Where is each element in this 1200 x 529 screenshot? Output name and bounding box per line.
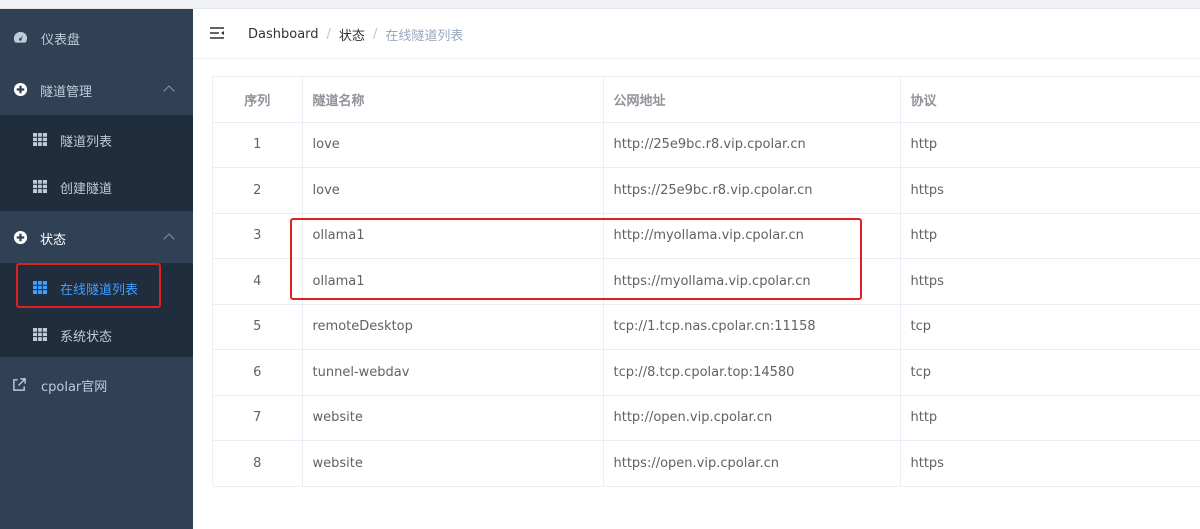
- cell-public-url: tcp://8.tcp.cpolar.top:14580: [603, 349, 901, 396]
- cell-public-url: http://myollama.vip.cpolar.cn: [603, 213, 901, 259]
- table-row: 5 remoteDesktop tcp://1.tcp.nas.cpolar.c…: [213, 304, 1200, 350]
- sidebar-item-label: 隧道列表: [60, 135, 113, 150]
- cell-index: 6: [213, 349, 303, 396]
- dashboard-icon: [12, 29, 28, 45]
- hamburger-icon[interactable]: [209, 25, 225, 41]
- cell-name: ollama1: [302, 258, 604, 305]
- sidebar-item-label: 创建隧道: [60, 182, 113, 197]
- breadcrumb-separator: /: [326, 27, 331, 42]
- table-icon: [32, 279, 48, 295]
- table-row: 2 love https://25e9bc.r8.vip.cpolar.cn h…: [213, 167, 1200, 214]
- cell-name: remoteDesktop: [302, 304, 604, 350]
- table-row: 1 love http://25e9bc.r8.vip.cpolar.cn ht…: [213, 122, 1200, 168]
- cell-public-url: http://25e9bc.r8.vip.cpolar.cn: [603, 122, 901, 168]
- column-header-public-url: 公网地址: [603, 77, 901, 123]
- sidebar-item-label: 在线隧道列表: [60, 283, 139, 298]
- cell-name: tunnel-webdav: [302, 349, 604, 396]
- cell-index: 3: [213, 213, 303, 259]
- sidebar-item-tunnel-list[interactable]: 隧道列表: [0, 115, 193, 163]
- tunnel-manage-icon: [12, 81, 28, 97]
- external-link-icon: [11, 376, 27, 392]
- cell-index: 4: [213, 258, 303, 305]
- navbar: Dashboard / 状态 / 在线隧道列表: [193, 9, 1200, 59]
- chevron-up-icon[interactable]: [163, 85, 175, 97]
- sidebar-item-tunnel-manage[interactable]: 隧道管理: [0, 65, 193, 113]
- submenu-status: 在线隧道列表 系统状态: [0, 263, 193, 357]
- cell-index: 8: [213, 440, 303, 487]
- breadcrumb-dashboard[interactable]: Dashboard: [248, 27, 319, 42]
- cell-index: 2: [213, 167, 303, 214]
- breadcrumb-separator: /: [372, 27, 378, 42]
- cell-index: 1: [213, 122, 303, 168]
- sidebar-item-label: 状态: [40, 233, 67, 248]
- cell-public-url: http://open.vip.cpolar.cn: [603, 395, 901, 441]
- cell-protocol: tcp: [900, 349, 1200, 396]
- breadcrumb: Dashboard / 状态 / 在线隧道列表: [248, 25, 463, 44]
- table-row: 6 tunnel-webdav tcp://8.tcp.cpolar.top:1…: [213, 349, 1200, 396]
- breadcrumb-status[interactable]: 状态: [339, 25, 365, 44]
- sidebar-item-create-tunnel[interactable]: 创建隧道: [0, 163, 193, 211]
- table-row: 4 ollama1 https://myollama.vip.cpolar.cn…: [213, 258, 1200, 305]
- status-icon: [12, 229, 28, 245]
- column-header-name: 隧道名称: [302, 77, 604, 123]
- sidebar-item-dashboard[interactable]: 仪表盘: [0, 13, 193, 61]
- cell-name: website: [302, 440, 604, 487]
- table-row: 7 website http://open.vip.cpolar.cn http: [213, 395, 1200, 441]
- cell-protocol: http: [900, 213, 1200, 259]
- cell-protocol: https: [900, 258, 1200, 305]
- tunnel-table: 序列 隧道名称 公网地址 协议 1 love http://25e9bc.r8.…: [212, 76, 1200, 487]
- cell-public-url: https://open.vip.cpolar.cn: [603, 440, 901, 487]
- breadcrumb-online-tunnels: 在线隧道列表: [385, 29, 464, 44]
- table-row: 3 ollama1 http://myollama.vip.cpolar.cn …: [213, 213, 1200, 259]
- cell-public-url: https://myollama.vip.cpolar.cn: [603, 258, 901, 305]
- cell-name: love: [302, 122, 604, 168]
- sidebar-item-label: cpolar官网: [41, 380, 108, 395]
- sidebar-item-label: 隧道管理: [40, 85, 93, 100]
- cell-name: ollama1: [302, 213, 604, 259]
- cell-index: 5: [213, 304, 303, 350]
- sidebar: 仪表盘 隧道管理 隧道列表 创建隧道 状态 在线隧道列表 系统状态 cpolar…: [0, 9, 193, 529]
- cell-protocol: http: [900, 395, 1200, 441]
- sidebar-item-system-status[interactable]: 系统状态: [0, 310, 193, 357]
- cell-protocol: https: [900, 440, 1200, 487]
- cell-public-url: https://25e9bc.r8.vip.cpolar.cn: [603, 167, 901, 214]
- chevron-up-icon[interactable]: [163, 233, 175, 245]
- sidebar-item-label: 仪表盘: [41, 33, 81, 48]
- submenu-tunnel-manage: 隧道列表 创建隧道: [0, 115, 193, 211]
- table-header-row: 序列 隧道名称 公网地址 协议: [213, 77, 1200, 123]
- table-icon: [32, 178, 48, 194]
- column-header-protocol: 协议: [900, 77, 1200, 123]
- cell-protocol: https: [900, 167, 1200, 214]
- cell-public-url: tcp://1.tcp.nas.cpolar.cn:11158: [603, 304, 901, 350]
- cell-protocol: tcp: [900, 304, 1200, 350]
- cell-name: website: [302, 395, 604, 441]
- column-header-index: 序列: [213, 77, 303, 123]
- table-row: 8 website https://open.vip.cpolar.cn htt…: [213, 440, 1200, 487]
- sidebar-item-online-tunnels[interactable]: 在线隧道列表: [0, 263, 193, 310]
- table-icon: [32, 131, 48, 147]
- cell-name: love: [302, 167, 604, 214]
- sidebar-item-label: 系统状态: [60, 330, 113, 345]
- sidebar-item-status[interactable]: 状态: [0, 213, 193, 261]
- cell-index: 7: [213, 395, 303, 441]
- cell-protocol: http: [900, 122, 1200, 168]
- browser-top-strip: [0, 0, 1200, 9]
- sidebar-item-cpolar-site[interactable]: cpolar官网: [0, 361, 193, 409]
- table-icon: [32, 326, 48, 342]
